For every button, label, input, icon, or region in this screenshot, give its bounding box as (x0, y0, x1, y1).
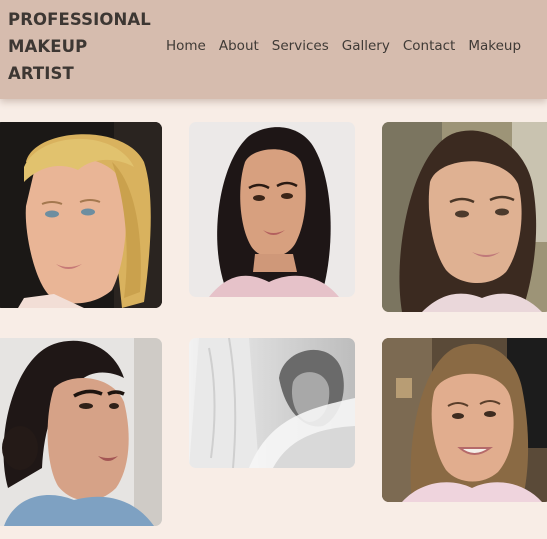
brand-line-1: PROFESSIONAL (8, 10, 151, 29)
gallery-photo-4[interactable] (0, 338, 162, 526)
site-header: PROFESSIONAL MAKEUP ARTIST Home About Se… (0, 0, 547, 99)
nav-home[interactable]: Home (166, 36, 206, 56)
gallery-photo-2[interactable] (189, 122, 355, 297)
nav-contact[interactable]: Contact (403, 36, 456, 56)
gallery-photo-3[interactable] (382, 122, 547, 312)
nav-about[interactable]: About (219, 36, 259, 56)
brand-logo[interactable]: PROFESSIONAL MAKEUP ARTIST (8, 6, 151, 87)
main-nav: Home About Services Gallery Contact Make… (166, 36, 534, 56)
portrait-image (189, 122, 355, 297)
portrait-image (382, 338, 547, 502)
nav-gallery[interactable]: Gallery (342, 36, 390, 56)
gallery-photo-5[interactable] (189, 338, 355, 468)
brand-line-2: MAKEUP (8, 37, 88, 56)
portrait-image (0, 338, 162, 526)
portrait-image (0, 122, 162, 308)
brand-line-3: ARTIST (8, 64, 74, 83)
nav-makeup[interactable]: Makeup (468, 36, 521, 56)
gallery-photo-6[interactable] (382, 338, 547, 502)
portrait-image (382, 122, 547, 312)
portrait-image (189, 338, 355, 468)
nav-services[interactable]: Services (272, 36, 329, 56)
gallery-photo-1[interactable] (0, 122, 162, 308)
